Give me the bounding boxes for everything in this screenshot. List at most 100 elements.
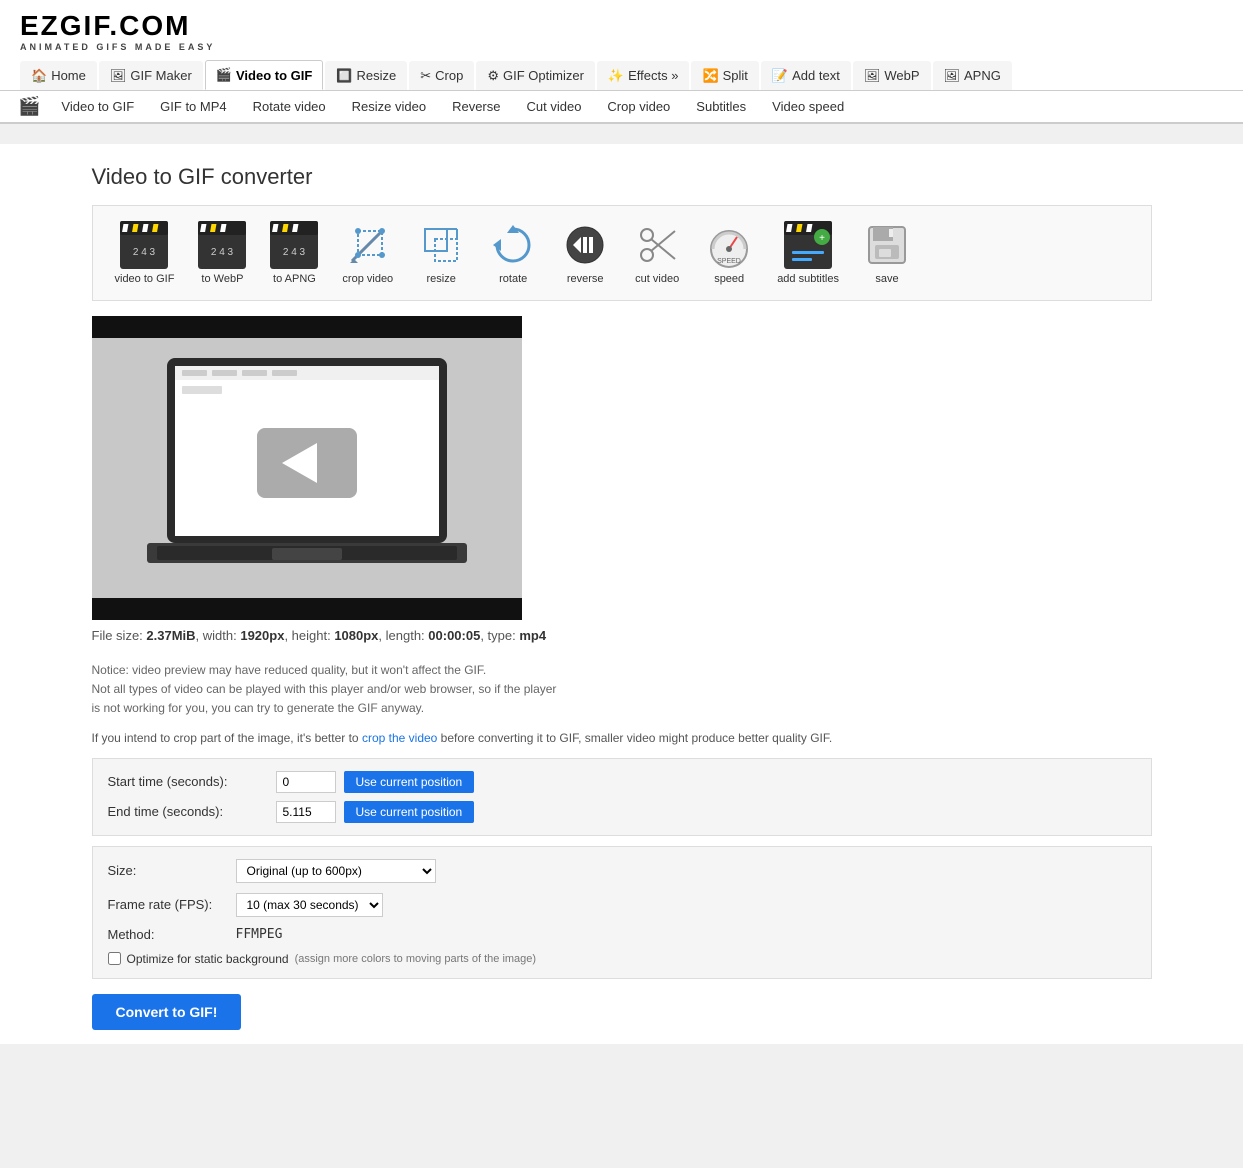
tool-crop-video[interactable]: crop video [330, 216, 405, 290]
crop-notice-text2: before converting it to GIF, smaller vid… [437, 731, 832, 745]
nav-split[interactable]: 🔀 Split [691, 61, 758, 90]
method-row: Method: FFMPEG [108, 927, 1136, 942]
tool-speed[interactable]: SPEED speed [693, 216, 765, 290]
method-value: FFMPEG [236, 927, 283, 942]
save-icon [863, 221, 911, 269]
subnav-resize-video[interactable]: Resize video [339, 92, 439, 121]
end-time-label: End time (seconds): [108, 804, 268, 819]
clap-webp-icon: 2 4 3 [198, 221, 246, 269]
crop-notice-text1: If you intend to crop part of the image,… [92, 731, 362, 745]
tool-to-apng[interactable]: 2 4 3 to APNG [258, 216, 330, 290]
tool-reverse-label: reverse [567, 273, 604, 285]
size-label: Size: [108, 863, 228, 878]
size-row: Size: Original (up to 600px)320px480px64… [108, 859, 1136, 883]
tool-rotate-label: rotate [499, 273, 527, 285]
film-icon: 🎬 [10, 91, 48, 122]
file-type-label: , type: [480, 628, 519, 643]
rotate-icon [489, 221, 537, 269]
svg-text:2 4 3: 2 4 3 [283, 247, 306, 258]
tool-crop-video-label: crop video [342, 273, 393, 285]
tool-save-label: save [875, 273, 898, 285]
file-width: 1920px [240, 628, 284, 643]
nav-optimizer[interactable]: ⚙ GIF Optimizer [476, 61, 595, 90]
logo-sub: ANIMATED GIFS MADE EASY [20, 42, 1223, 52]
convert-button[interactable]: Convert to GIF! [92, 994, 242, 1030]
sub-nav: 🎬 Video to GIF GIF to MP4 Rotate video R… [0, 91, 1243, 122]
svg-text:2 4 3: 2 4 3 [211, 247, 234, 258]
subnav-cut-video[interactable]: Cut video [514, 92, 595, 121]
logo-main: EZGIF.COM [20, 10, 1223, 42]
timing-section: Start time (seconds): Use current positi… [92, 758, 1152, 836]
crop-notice: If you intend to crop part of the image,… [92, 729, 1152, 748]
nav-resize[interactable]: 🔲 Resize [325, 61, 407, 90]
subnav-gif-to-mp4[interactable]: GIF to MP4 [147, 92, 239, 121]
video-preview-container [92, 316, 522, 620]
file-info: File size: 2.37MiB, width: 1920px, heigh… [92, 620, 1152, 651]
svg-text:2 4 3: 2 4 3 [133, 247, 156, 258]
start-time-input[interactable] [276, 771, 336, 793]
file-height-label: , height: [284, 628, 334, 643]
nav-home[interactable]: 🏠 Home [20, 61, 97, 90]
file-type: mp4 [519, 628, 546, 643]
nav-effects[interactable]: ✨ Effects » [597, 61, 690, 90]
file-info-prefix: File size: [92, 628, 147, 643]
start-time-row: Start time (seconds): Use current positi… [108, 771, 1136, 793]
svg-text:SPEED: SPEED [717, 258, 741, 265]
clap-apng-icon: 2 4 3 [270, 221, 318, 269]
size-select[interactable]: Original (up to 600px)320px480px640pxCus… [236, 859, 436, 883]
end-time-input[interactable] [276, 801, 336, 823]
subnav-reverse[interactable]: Reverse [439, 92, 513, 121]
tool-resize[interactable]: resize [405, 216, 477, 290]
nav-webp[interactable]: 🖼 WebP [853, 61, 931, 90]
subnav-subtitles[interactable]: Subtitles [683, 92, 759, 121]
tool-to-webp[interactable]: 2 4 3 to WebP [186, 216, 258, 290]
tool-rotate[interactable]: rotate [477, 216, 549, 290]
subnav-video-speed[interactable]: Video speed [759, 92, 857, 121]
file-length-label: , length: [378, 628, 428, 643]
end-time-row: End time (seconds): Use current position [108, 801, 1136, 823]
tool-save[interactable]: save [851, 216, 923, 290]
fps-label: Frame rate (FPS): [108, 897, 228, 912]
method-label: Method: [108, 927, 228, 942]
nav-apng[interactable]: 🖼 APNG [933, 61, 1012, 90]
video-top-bar [92, 316, 522, 338]
fps-select[interactable]: 10 (max 30 seconds)15202530 [236, 893, 383, 917]
tool-icons-bar: 2 4 3 video to GIF 2 4 3 to WebP [92, 205, 1152, 301]
speed-icon: SPEED [705, 221, 753, 269]
page-title: Video to GIF converter [92, 144, 1152, 205]
notice-line3: is not working for you, you can try to g… [92, 699, 1152, 718]
tool-add-subtitles[interactable]: + add subtitles [765, 216, 851, 290]
optimize-desc: (assign more colors to moving parts of t… [295, 953, 537, 965]
end-use-position-button[interactable]: Use current position [344, 801, 475, 823]
tool-video-to-gif[interactable]: 2 4 3 video to GIF [103, 216, 187, 290]
crop-video-link[interactable]: crop the video [362, 731, 437, 745]
start-time-label: Start time (seconds): [108, 774, 268, 789]
reverse-icon [561, 221, 609, 269]
resize-icon [417, 221, 465, 269]
tool-resize-label: resize [427, 273, 456, 285]
optimize-label[interactable]: Optimize for static background [127, 952, 289, 966]
nav-crop[interactable]: ✂ Crop [409, 61, 474, 90]
nav-video-to-gif[interactable]: 🎬 Video to GIF [205, 60, 324, 90]
cut-video-icon [633, 221, 681, 269]
tool-cut-video[interactable]: cut video [621, 216, 693, 290]
nav-gif-maker[interactable]: 🖼 GIF Maker [99, 61, 203, 90]
subnav-crop-video[interactable]: Crop video [594, 92, 683, 121]
main-nav: 🏠 Home 🖼 GIF Maker 🎬 Video to GIF 🔲 Resi… [20, 60, 1223, 90]
subnav-rotate-video[interactable]: Rotate video [240, 92, 339, 121]
start-use-position-button[interactable]: Use current position [344, 771, 475, 793]
file-height: 1080px [334, 628, 378, 643]
clap-video-gif-icon: 2 4 3 [120, 221, 168, 269]
tool-reverse[interactable]: reverse [549, 216, 621, 290]
nav-add-text[interactable]: 📝 Add text [761, 61, 851, 90]
notice-block: Notice: video preview may have reduced q… [92, 661, 1152, 719]
file-length: 00:00:05 [428, 628, 480, 643]
subnav-video-to-gif[interactable]: Video to GIF [48, 92, 147, 121]
fps-row: Frame rate (FPS): 10 (max 30 seconds)152… [108, 893, 1136, 917]
tool-video-to-gif-label: video to GIF [115, 273, 175, 285]
tool-add-subtitles-label: add subtitles [777, 273, 839, 285]
video-frame [92, 338, 522, 598]
subtitles-icon: + [784, 221, 832, 269]
notice-line1: Notice: video preview may have reduced q… [92, 661, 1152, 680]
optimize-checkbox[interactable] [108, 952, 121, 965]
